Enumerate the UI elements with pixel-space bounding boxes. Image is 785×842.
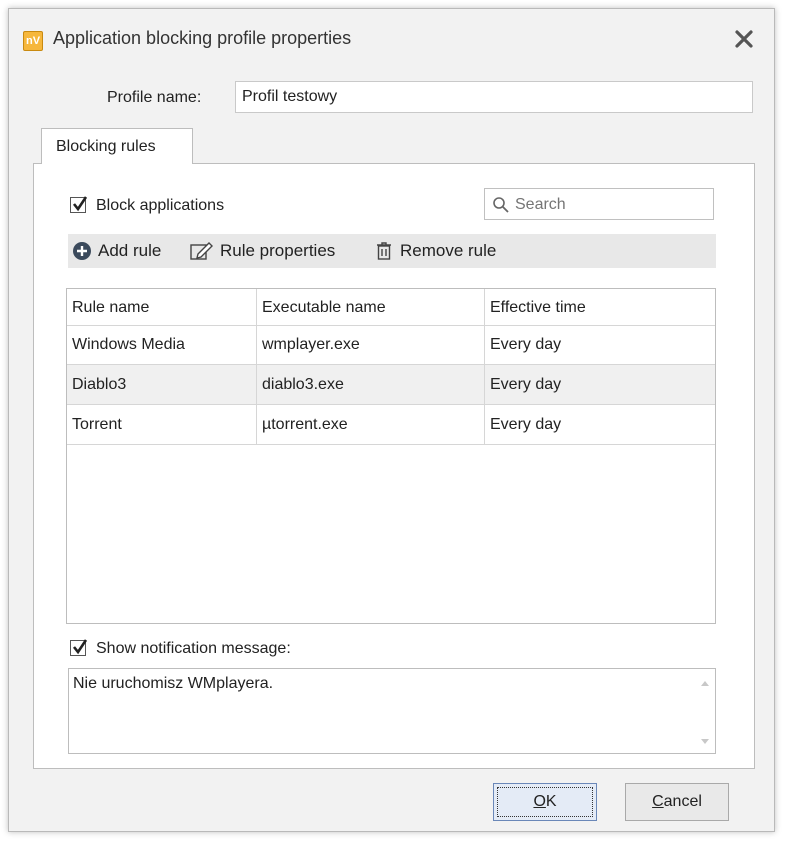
rule-properties-label: Rule properties xyxy=(220,241,336,260)
check-mark-icon xyxy=(72,639,88,655)
rule-properties-button[interactable]: Rule properties xyxy=(190,234,335,268)
cell-executable-name: wmplayer.exe xyxy=(257,325,485,364)
dialog-window: nV Application blocking profile properti… xyxy=(8,8,775,832)
block-applications-label: Block applications xyxy=(96,197,225,214)
add-rule-label: Add rule xyxy=(98,241,162,260)
cell-rule-name: Windows Media xyxy=(67,325,257,364)
trash-icon xyxy=(377,242,391,260)
cell-effective-time: Every day xyxy=(490,376,562,393)
cell-effective-time: Every day xyxy=(490,336,562,353)
window-title: Application blocking profile properties xyxy=(53,28,352,48)
search-icon xyxy=(493,197,509,213)
column-header-effective-time[interactable]: Effective time xyxy=(485,289,715,325)
ok-button[interactable]: OK xyxy=(493,783,597,821)
table-row[interactable]: Windows Media wmplayer.exe Every day xyxy=(67,325,715,365)
table-row[interactable]: Torrent µtorrent.exe Every day xyxy=(67,405,715,445)
notification-message-input[interactable]: Nie uruchomisz WMplayera. xyxy=(69,669,695,753)
message-scrollbar[interactable] xyxy=(695,669,715,753)
scroll-up-arrow-icon[interactable] xyxy=(695,673,715,693)
rules-table: Rule name Executable name Effective time… xyxy=(66,288,716,624)
blocking-rules-panel: Block applications Add rule xyxy=(33,163,755,769)
focus-rectangle xyxy=(497,787,593,817)
app-logo-icon: nV xyxy=(23,31,43,51)
scroll-down-arrow-icon[interactable] xyxy=(695,731,715,751)
column-header-executable-name[interactable]: Executable name xyxy=(257,289,485,325)
notification-message-box: Nie uruchomisz WMplayera. xyxy=(68,668,716,754)
cell-rule-name: Diablo3 xyxy=(67,365,257,404)
cancel-button[interactable]: Cancel xyxy=(625,783,729,821)
edit-icon xyxy=(190,242,213,260)
show-notification-checkbox[interactable] xyxy=(70,639,88,656)
profile-name-label: Profile name: xyxy=(107,89,202,106)
cell-executable-name: diablo3.exe xyxy=(257,365,485,404)
title-bar[interactable]: nV Application blocking profile properti… xyxy=(9,9,774,71)
plus-circle-icon xyxy=(73,242,91,260)
cancel-button-label: ancel xyxy=(663,793,702,810)
remove-rule-label: Remove rule xyxy=(400,241,497,260)
remove-rule-button[interactable]: Remove rule xyxy=(374,234,496,268)
cell-rule-name: Torrent xyxy=(67,405,257,444)
add-rule-button[interactable]: Add rule xyxy=(72,234,161,268)
cell-executable-name: µtorrent.exe xyxy=(257,405,485,444)
column-header-rule-name[interactable]: Rule name xyxy=(67,289,257,325)
rules-toolbar: Add rule Rule properties Remove rule xyxy=(68,234,716,268)
show-notification-label: Show notification message: xyxy=(96,640,291,657)
table-header: Rule name Executable name Effective time xyxy=(67,289,715,326)
check-mark-icon xyxy=(72,196,88,212)
search-input[interactable] xyxy=(513,189,713,221)
cell-effective-time: Every day xyxy=(490,416,562,433)
search-box[interactable] xyxy=(484,188,714,221)
close-icon xyxy=(735,30,753,48)
block-applications-checkbox[interactable] xyxy=(70,196,88,213)
close-button[interactable] xyxy=(730,25,758,53)
tab-blocking-rules[interactable]: Blocking rules xyxy=(41,128,193,164)
cancel-button-mnemonic: C xyxy=(652,793,664,810)
profile-name-input[interactable] xyxy=(235,81,753,113)
table-row[interactable]: Diablo3 diablo3.exe Every day xyxy=(67,365,715,405)
